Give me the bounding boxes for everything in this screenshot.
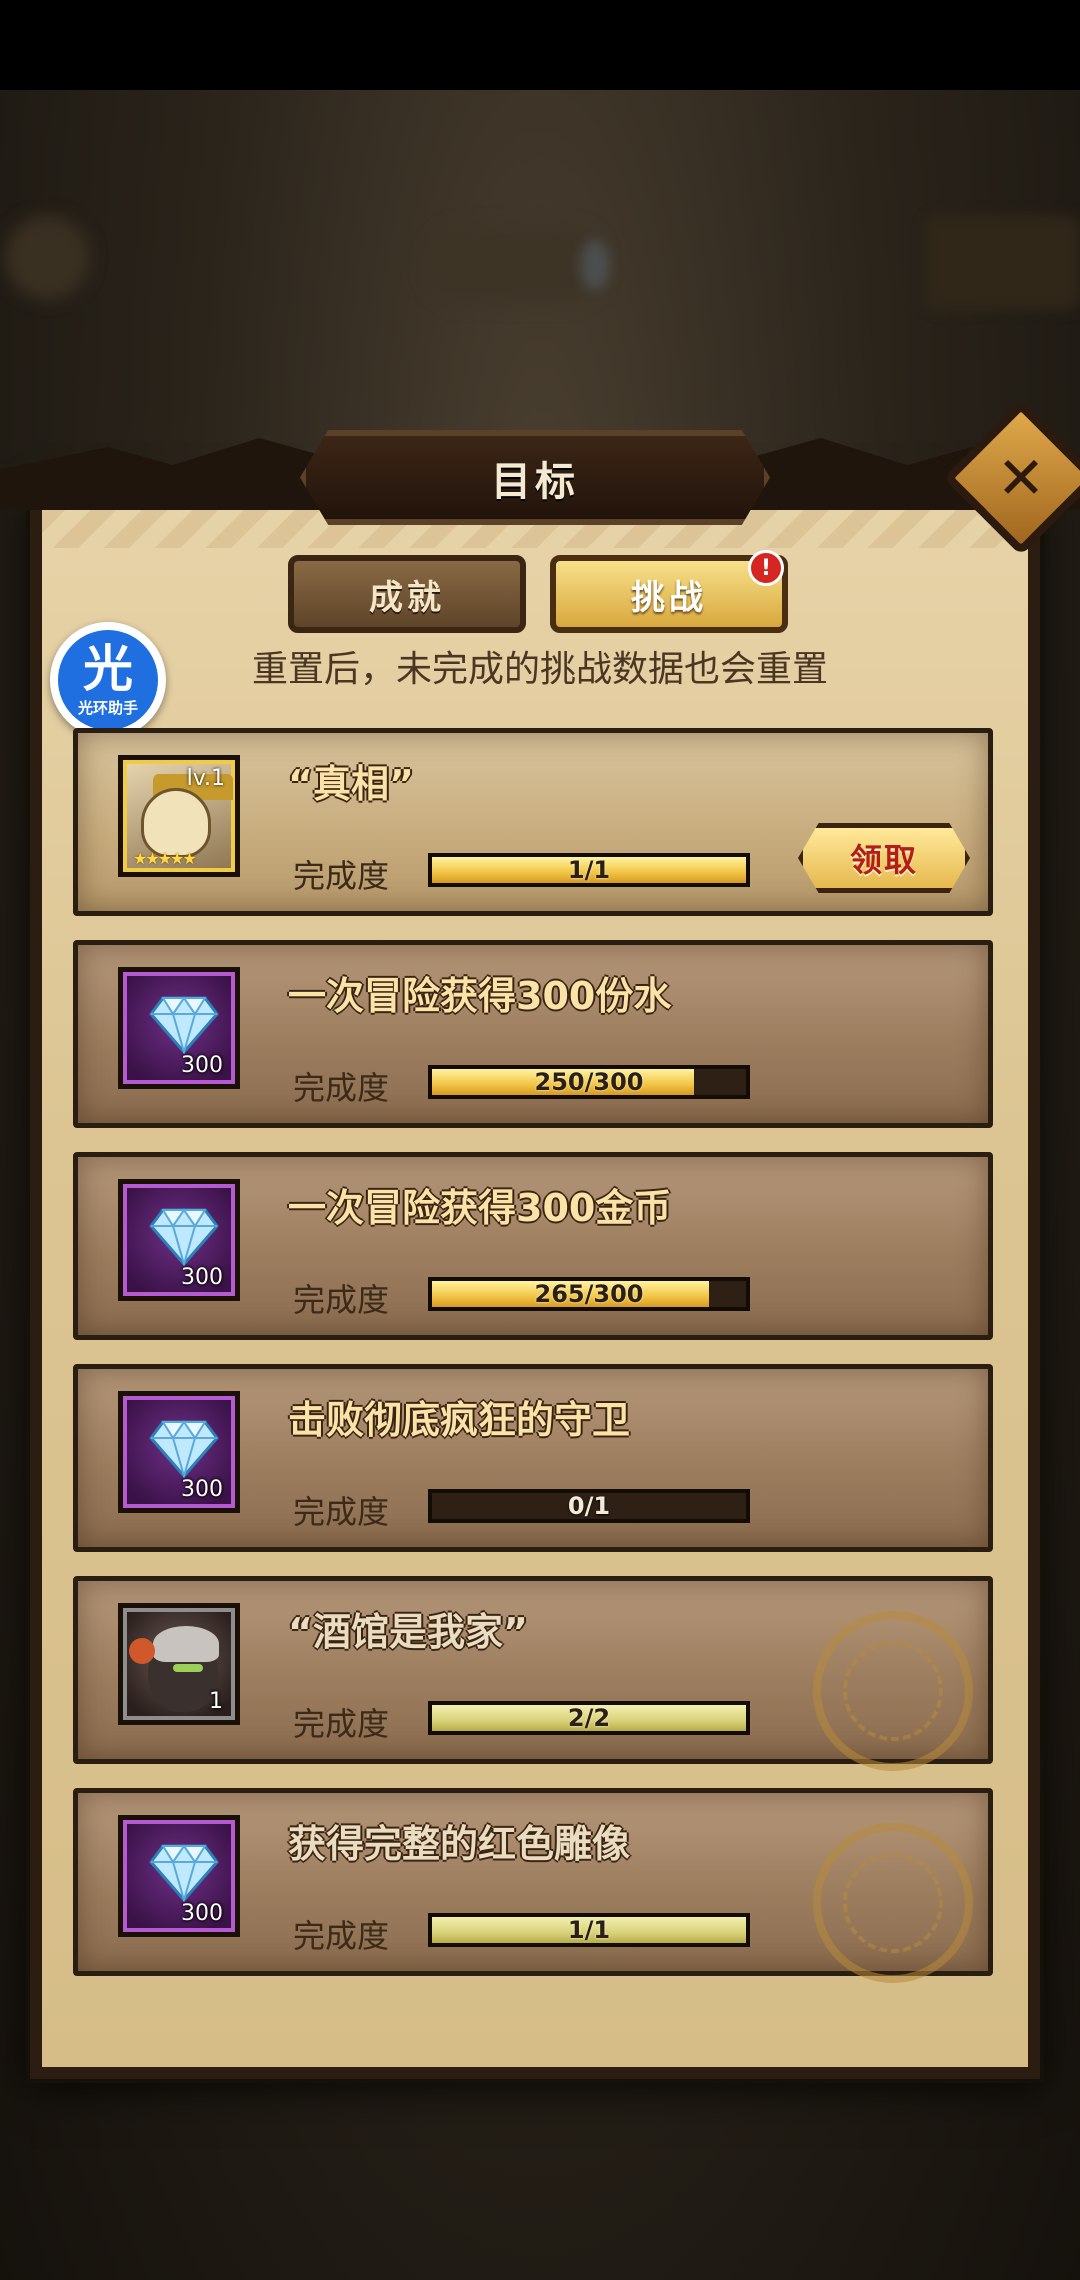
progress-label: 完成度 bbox=[293, 1705, 390, 1743]
progress-label: 完成度 bbox=[293, 1493, 390, 1531]
challenge-title: “真相” bbox=[288, 762, 414, 806]
notification-badge: ! bbox=[748, 550, 784, 586]
hero-hair-shape bbox=[153, 1626, 219, 1662]
challenge-row: 1 “酒馆是我家” 完成度 2/2 bbox=[73, 1576, 993, 1771]
hero-flower-shape bbox=[129, 1638, 155, 1664]
hero-portrait bbox=[141, 788, 211, 858]
helper-logo-label: 光环助手 bbox=[77, 698, 138, 717]
panel-title-plate: 目标 bbox=[300, 430, 770, 525]
progress-bar: 1/1 bbox=[428, 1913, 750, 1947]
diamond-icon bbox=[149, 1208, 219, 1266]
reward-hero-card[interactable]: lv.1 ★★★★★ bbox=[118, 755, 240, 877]
claimed-stamp-icon bbox=[813, 1611, 973, 1771]
reward-quantity: 300 bbox=[181, 1477, 223, 1502]
background-menu-icon bbox=[5, 215, 90, 300]
hero-level: lv.1 bbox=[186, 766, 225, 791]
progress-bar: 250/300 bbox=[428, 1065, 750, 1099]
progress-bar: 1/1 bbox=[428, 853, 750, 887]
reward-quantity: 300 bbox=[181, 1053, 223, 1078]
progress-value: 1/1 bbox=[567, 856, 611, 884]
tab-challenges-label: 挑战 bbox=[631, 577, 707, 618]
reward-hero-card[interactable]: 1 bbox=[118, 1603, 240, 1725]
tab-achievements[interactable]: 成就 bbox=[288, 555, 526, 633]
hero-eye-shape bbox=[173, 1664, 203, 1672]
progress-label: 完成度 bbox=[293, 1917, 390, 1955]
progress-label: 完成度 bbox=[293, 1281, 390, 1319]
reset-notice: 重置后，未完成的挑战数据也会重置 bbox=[251, 649, 828, 690]
progress-value: 2/2 bbox=[567, 1704, 611, 1732]
challenge-row: lv.1 ★★★★★ “真相” 完成度 1/1 领取 bbox=[73, 728, 993, 916]
progress-value: 265/300 bbox=[534, 1280, 644, 1308]
challenge-row: 300 获得完整的红色雕像 完成度 1/1 bbox=[73, 1788, 993, 1983]
reward-quantity: 1 bbox=[209, 1689, 223, 1714]
progress-bar: 265/300 bbox=[428, 1277, 750, 1311]
progress-value: 1/1 bbox=[567, 1916, 611, 1944]
challenge-title: 获得完整的红色雕像 bbox=[288, 1822, 631, 1866]
challenge-row: 300 一次冒险获得300金币 完成度 265/300 bbox=[73, 1152, 993, 1340]
status-bar bbox=[0, 0, 1080, 90]
challenge-title: 击败彻底疯狂的守卫 bbox=[288, 1398, 631, 1442]
background-side-button bbox=[925, 215, 1080, 310]
progress-label: 完成度 bbox=[293, 857, 390, 895]
challenge-row: 300 一次冒险获得300份水 完成度 250/300 bbox=[73, 940, 993, 1128]
progress-value: 0/1 bbox=[567, 1492, 611, 1520]
challenge-title: 一次冒险获得300金币 bbox=[288, 1186, 672, 1230]
diamond-icon bbox=[149, 996, 219, 1054]
progress-bar: 2/2 bbox=[428, 1701, 750, 1735]
page-title: 目标 bbox=[491, 458, 579, 505]
progress-bar: 0/1 bbox=[428, 1489, 750, 1523]
progress-label: 完成度 bbox=[293, 1069, 390, 1107]
challenge-row: 300 击败彻底疯狂的守卫 完成度 0/1 bbox=[73, 1364, 993, 1552]
reward-quantity: 300 bbox=[181, 1901, 223, 1926]
reward-diamond-card[interactable]: 300 bbox=[118, 1179, 240, 1301]
diamond-icon bbox=[149, 1844, 219, 1902]
close-icon[interactable]: ✕ bbox=[966, 423, 1076, 533]
star-rating-icon: ★★★★★ bbox=[133, 849, 197, 868]
claimed-stamp-icon bbox=[813, 1823, 973, 1983]
diamond-icon bbox=[149, 1420, 219, 1478]
reward-quantity: 300 bbox=[181, 1265, 223, 1290]
tab-achievements-label: 成就 bbox=[369, 577, 445, 618]
reward-diamond-card[interactable]: 300 bbox=[118, 1815, 240, 1937]
challenge-title: “酒馆是我家” bbox=[288, 1610, 528, 1654]
background-gem-icon bbox=[580, 240, 610, 290]
progress-value: 250/300 bbox=[534, 1068, 644, 1096]
background-resource-bar bbox=[430, 230, 600, 300]
challenge-title: 一次冒险获得300份水 bbox=[288, 974, 672, 1018]
reward-diamond-card[interactable]: 300 bbox=[118, 1391, 240, 1513]
reward-diamond-card[interactable]: 300 bbox=[118, 967, 240, 1089]
claim-button[interactable]: 领取 bbox=[798, 823, 970, 893]
